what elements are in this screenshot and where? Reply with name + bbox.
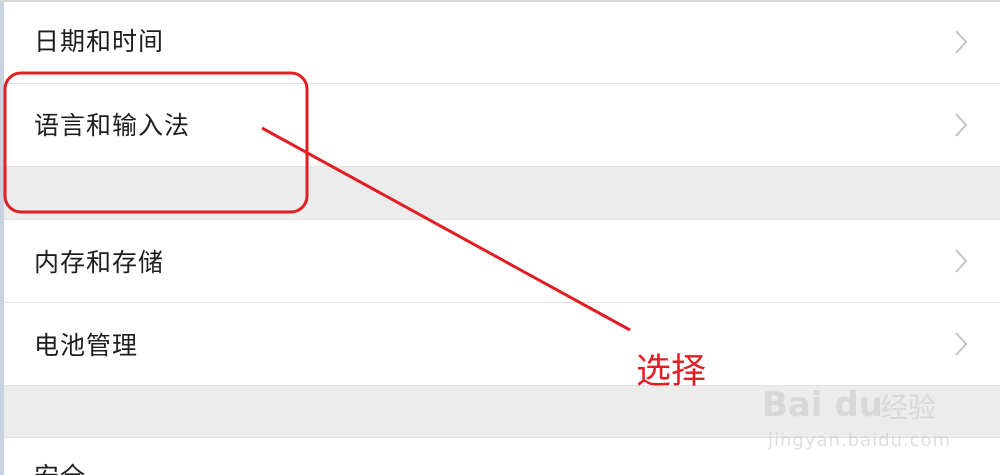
chevron-right-icon — [955, 332, 968, 356]
chevron-right-icon — [955, 113, 968, 137]
watermark-url: jingyan.baidu.com — [768, 430, 952, 451]
settings-item-battery[interactable]: 电池管理 — [4, 303, 1000, 386]
settings-item-language-input[interactable]: 语言和输入法 — [4, 84, 1000, 167]
window-top-edge — [0, 0, 1000, 2]
annotation-label: 选择 — [636, 352, 707, 392]
settings-item-label: 安全 — [34, 462, 86, 475]
section-divider — [4, 167, 1000, 220]
chevron-right-icon — [955, 249, 968, 273]
settings-item-label: 语言和输入法 — [34, 111, 191, 140]
watermark-brand: 经验 — [880, 391, 937, 424]
settings-item-memory-storage[interactable]: 内存和存储 — [4, 220, 1000, 303]
settings-item-label: 内存和存储 — [34, 248, 165, 277]
settings-item-label: 电池管理 — [34, 331, 139, 360]
chevron-right-icon — [955, 30, 968, 54]
window-left-edge — [0, 0, 4, 475]
settings-item-label: 日期和时间 — [34, 27, 165, 56]
watermark-logo: Bai du — [762, 385, 883, 425]
settings-item-date-time[interactable]: 日期和时间 — [4, 2, 1000, 84]
settings-screen: 日期和时间 语言和输入法 内存和存储 电池管理 安全 — [0, 0, 1000, 475]
